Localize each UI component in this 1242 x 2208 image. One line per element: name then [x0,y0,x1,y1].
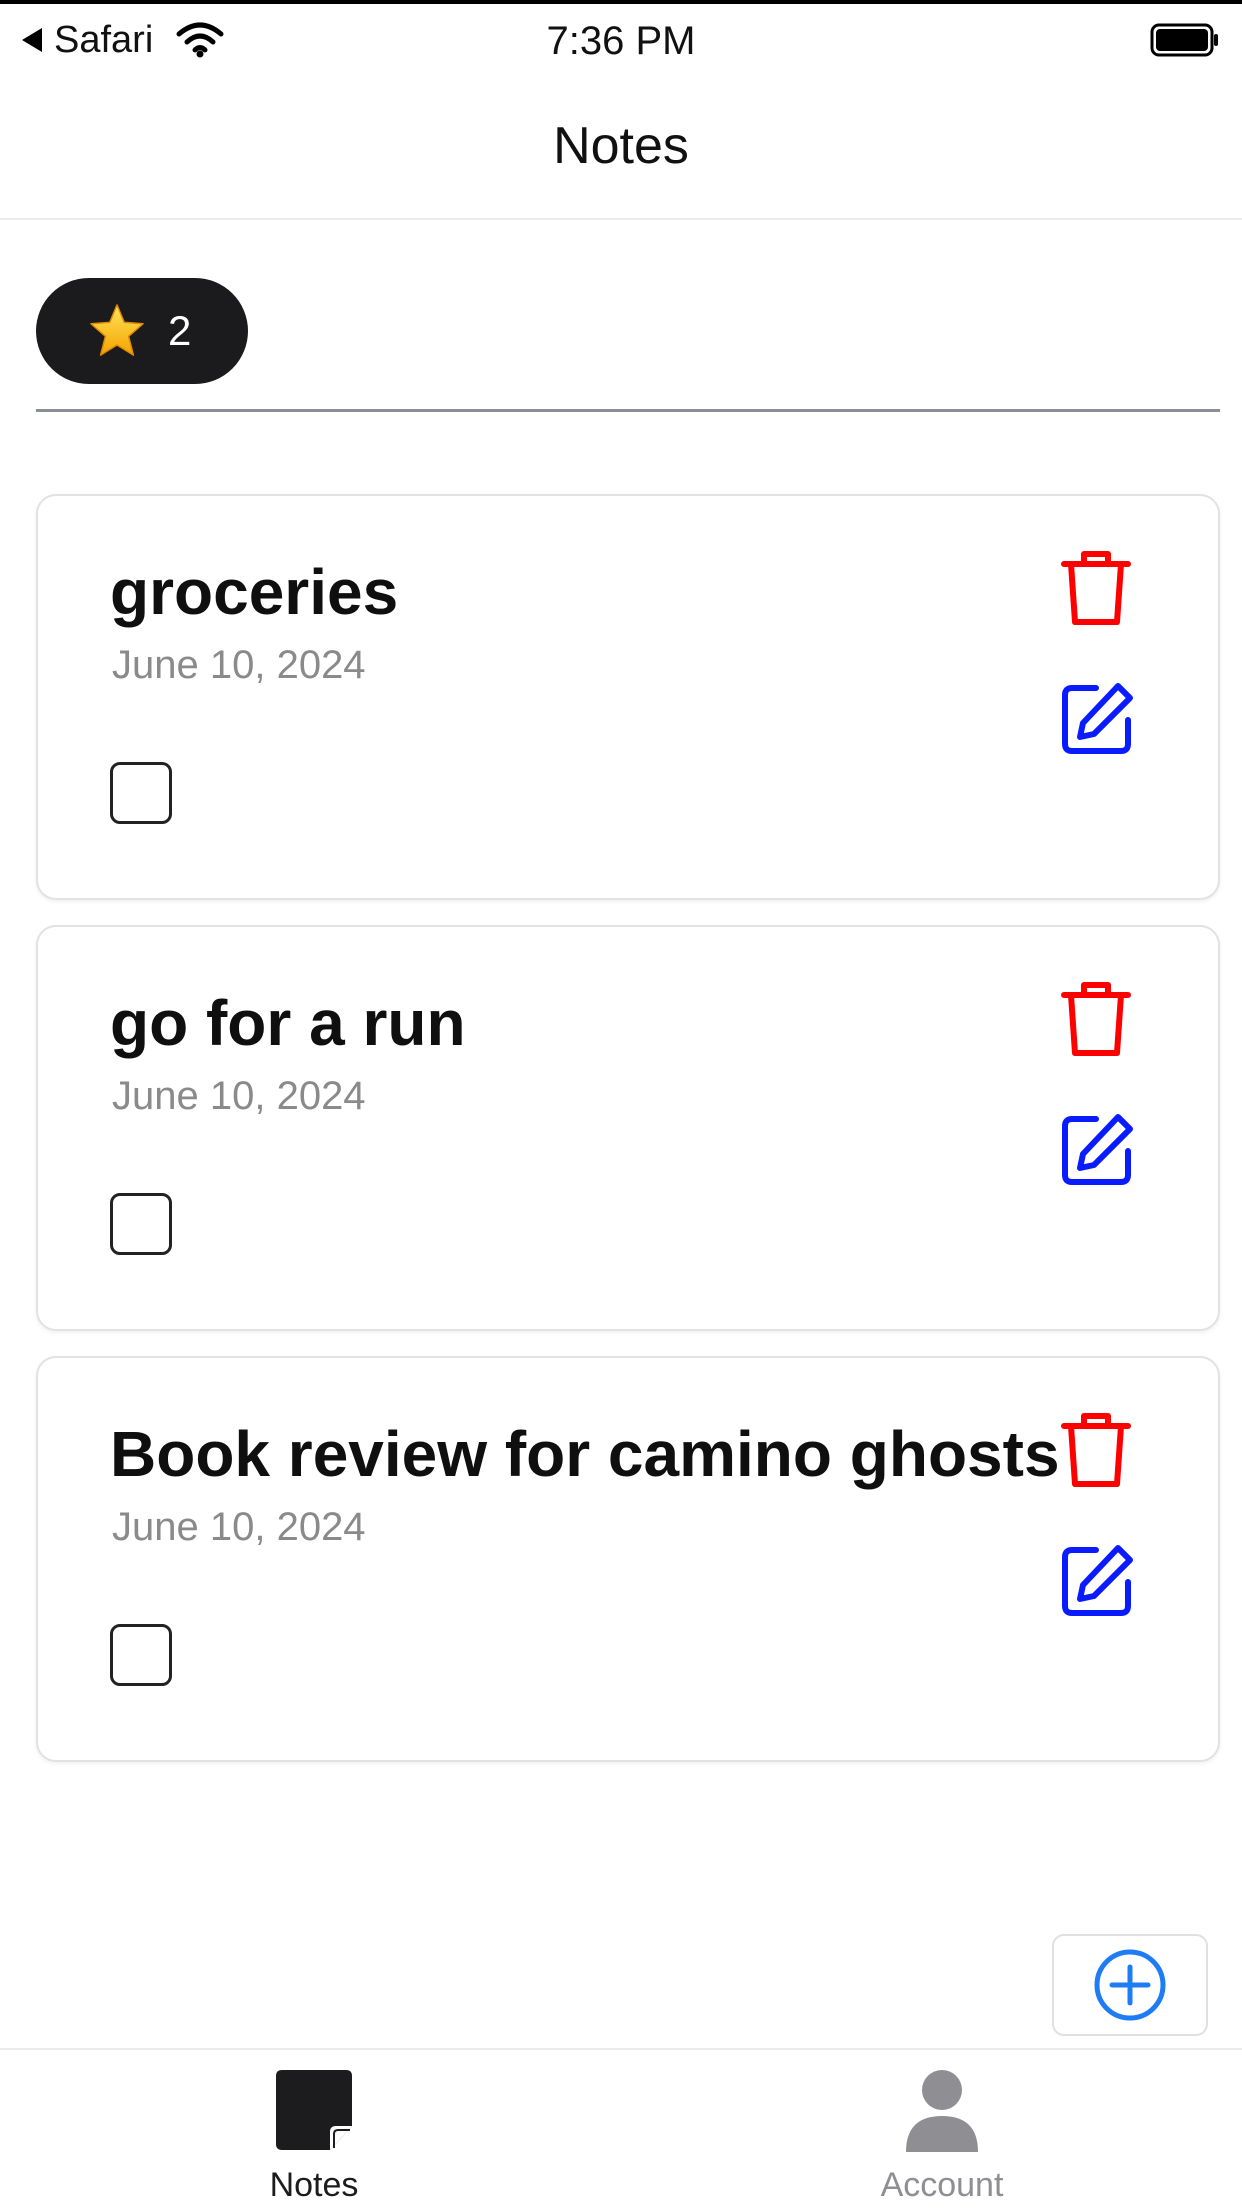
navigation-bar: Notes [0,74,1242,220]
person-icon [906,2070,978,2152]
note-date: June 10, 2024 [112,1505,366,1549]
note-title: go for a run [110,987,466,1059]
tab-label: Account [880,2166,1004,2204]
note-card: Book review for camino ghosts June 10, 2… [36,1356,1220,1762]
section-divider [36,409,1220,412]
note-card: go for a run June 10, 2024 [36,925,1220,1331]
battery-icon [1150,23,1218,57]
star-icon [90,304,144,356]
tab-label: Notes [269,2166,359,2204]
note-date: June 10, 2024 [112,643,366,687]
note-card: groceries June 10, 2024 [36,494,1220,900]
tab-account[interactable]: Account [792,2068,1092,2208]
note-title: Book review for camino ghosts [110,1418,1060,1490]
edit-note-pencil-icon[interactable] [1060,680,1136,756]
starred-count-badge[interactable]: 2 [36,278,248,384]
note-complete-checkbox[interactable] [110,762,172,824]
app-screen: Safari 7:36 PM Notes 2 groceries June 10… [0,0,1242,2208]
note-complete-checkbox[interactable] [110,1624,172,1686]
page-title: Notes [553,117,689,175]
note-icon [276,2070,352,2150]
add-note-button[interactable] [1052,1934,1208,2036]
delete-note-trash-icon[interactable] [1060,548,1132,628]
plus-circle-icon [1094,1949,1166,2021]
tab-notes[interactable]: Notes [164,2068,464,2208]
note-date: June 10, 2024 [112,1074,366,1118]
note-title: groceries [110,556,399,628]
edit-note-pencil-icon[interactable] [1060,1111,1136,1187]
edit-note-pencil-icon[interactable] [1060,1542,1136,1618]
delete-note-trash-icon[interactable] [1060,1410,1132,1490]
note-complete-checkbox[interactable] [110,1193,172,1255]
tab-bar: Notes Account [0,2048,1242,2208]
status-time: 7:36 PM [546,19,696,63]
status-bar: Safari 7:36 PM [0,4,1242,74]
starred-count: 2 [168,307,192,354]
delete-note-trash-icon[interactable] [1060,979,1132,1059]
